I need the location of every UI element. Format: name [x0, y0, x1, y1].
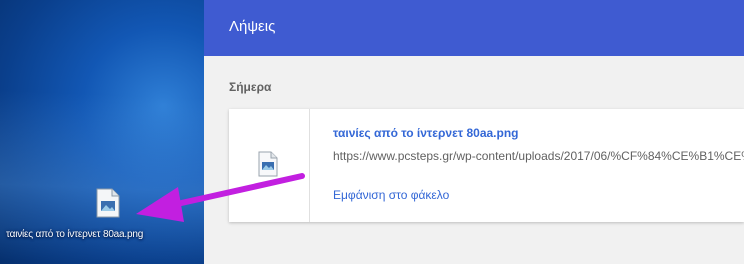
- image-file-icon: [258, 151, 278, 177]
- image-file-icon[interactable]: [96, 188, 120, 218]
- downloads-panel: Λήψεις Σήμερα ταινίες από το ίντερνετ 80…: [204, 0, 744, 264]
- section-date-heading: Σήμερα: [229, 80, 272, 94]
- desktop-background: ταινίες από το ίντερνετ 80aa.png: [0, 0, 204, 264]
- downloads-header: Λήψεις: [204, 0, 744, 56]
- download-source-url: https://www.pcsteps.gr/wp-content/upload…: [333, 149, 744, 163]
- page-title: Λήψεις: [229, 18, 276, 35]
- download-item-card: ταινίες από το ίντερνετ 80aa.png https:/…: [229, 109, 744, 222]
- show-in-folder-link[interactable]: Εμφάνιση στο φάκελο: [333, 188, 449, 202]
- download-file-link[interactable]: ταινίες από το ίντερνετ 80aa.png: [333, 126, 518, 140]
- desktop-file-label[interactable]: ταινίες από το ίντερνετ 80aa.png: [6, 229, 204, 240]
- download-thumbnail: [229, 109, 310, 222]
